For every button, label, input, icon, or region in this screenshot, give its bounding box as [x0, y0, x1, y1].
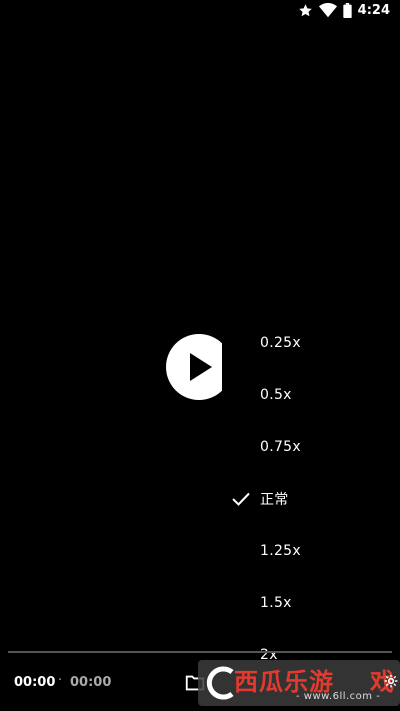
- speed-option-label: 正常: [260, 492, 289, 508]
- speed-option-normal[interactable]: 正常: [222, 473, 400, 525]
- current-time: 00:00: [14, 675, 56, 690]
- star-icon: [298, 4, 312, 17]
- speed-option-1.25x[interactable]: 1.25x: [222, 525, 400, 577]
- status-bar: 4:24: [0, 0, 400, 24]
- play-icon: [190, 353, 212, 381]
- speed-option-label: 0.25x: [260, 335, 301, 351]
- wifi-icon: [318, 3, 337, 18]
- battery-icon: [342, 3, 352, 18]
- time-separator: ·: [58, 673, 63, 688]
- speed-option-0.75x[interactable]: 0.75x: [222, 421, 400, 473]
- checkmark-icon: [222, 492, 260, 506]
- speed-option-label: 1.25x: [260, 543, 301, 559]
- watermark-overlay: 西瓜乐游 戏 - www.6ll.com -: [198, 660, 400, 706]
- speed-option-label: 0.75x: [260, 439, 301, 455]
- speed-option-0.5x[interactable]: 0.5x: [222, 369, 400, 421]
- speed-option-label: 0.5x: [260, 387, 292, 403]
- watermark-logo-icon: [206, 666, 234, 700]
- speed-option-label: 1.5x: [260, 595, 292, 611]
- watermark-url: - www.6ll.com -: [296, 691, 381, 702]
- speed-option-1.5x[interactable]: 1.5x: [222, 577, 400, 629]
- speed-option-0.25x[interactable]: 0.25x: [222, 317, 400, 369]
- total-time: 00:00: [70, 675, 112, 690]
- seek-bar[interactable]: [8, 651, 392, 653]
- status-time: 4:24: [357, 3, 390, 18]
- settings-icon[interactable]: [384, 674, 398, 688]
- status-icons: 4:24: [298, 3, 390, 18]
